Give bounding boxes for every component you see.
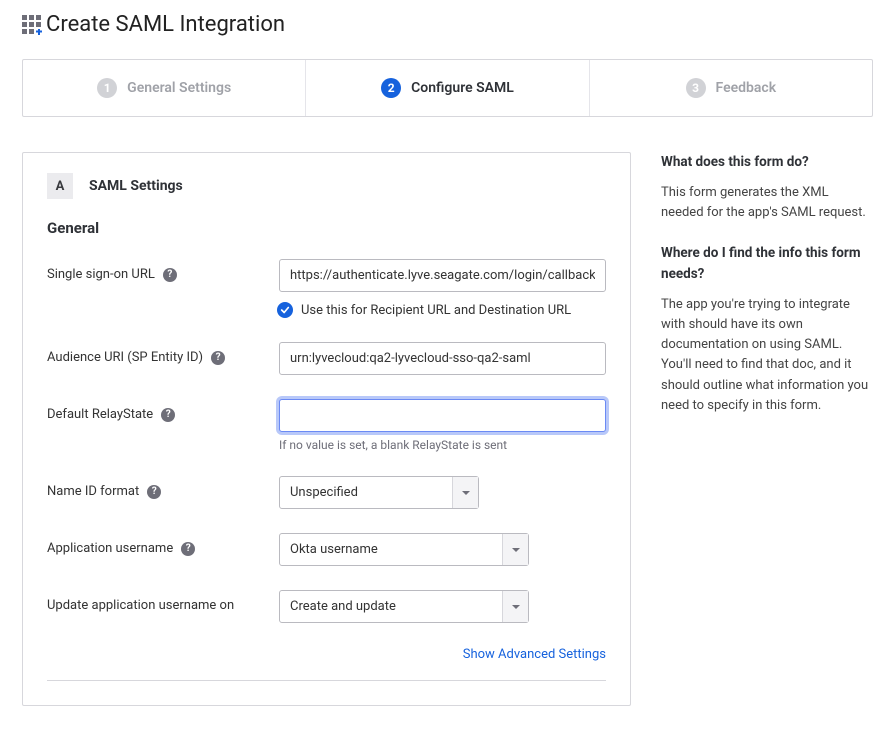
chevron-down-icon	[502, 534, 528, 565]
label-audience-uri: Audience URI (SP Entity ID)	[47, 350, 203, 365]
apps-grid-icon	[22, 15, 42, 35]
tab-label: Feedback	[716, 80, 777, 96]
chevron-down-icon	[502, 591, 528, 622]
sso-url-input[interactable]	[279, 259, 606, 292]
saml-settings-panel: A SAML Settings General Single sign-on U…	[22, 152, 631, 706]
help-text-2: The app you're trying to integrate with …	[661, 295, 873, 416]
audience-uri-input[interactable]	[279, 342, 606, 375]
help-icon[interactable]: ?	[147, 485, 161, 499]
page-title: Create SAML Integration	[46, 12, 285, 37]
nameid-select[interactable]: Unspecified	[279, 476, 479, 509]
show-advanced-settings-link[interactable]: Show Advanced Settings	[463, 647, 606, 662]
help-text-1: This form generates the XML needed for t…	[661, 183, 873, 223]
help-sidebar: What does this form do? This form genera…	[661, 152, 873, 706]
relaystate-helper: If no value is set, a blank RelayState i…	[279, 438, 606, 452]
panel-title: SAML Settings	[89, 178, 183, 194]
help-icon[interactable]: ?	[211, 351, 225, 365]
step-number-badge: 3	[686, 78, 706, 98]
divider	[47, 680, 606, 681]
help-icon[interactable]: ?	[163, 268, 177, 282]
nameid-value: Unspecified	[279, 476, 479, 509]
tab-configure-saml[interactable]: 2 Configure SAML	[306, 60, 589, 116]
label-sso-url: Single sign-on URL	[47, 267, 155, 282]
step-number-badge: 2	[381, 78, 401, 98]
page-header: Create SAML Integration	[22, 12, 873, 37]
label-nameid: Name ID format	[47, 484, 139, 499]
help-heading-1: What does this form do?	[661, 152, 873, 173]
row-app-username: Application username ? Okta username	[47, 533, 606, 566]
help-heading-2: Where do I find the info this form needs…	[661, 243, 873, 285]
row-nameid: Name ID format ? Unspecified	[47, 476, 606, 509]
row-sso-url: Single sign-on URL ? Use this for Recipi…	[47, 259, 606, 318]
section-letter: A	[47, 173, 73, 199]
app-username-select[interactable]: Okta username	[279, 533, 529, 566]
tab-label: Configure SAML	[411, 80, 514, 96]
recipient-url-checkbox[interactable]	[277, 302, 293, 318]
tab-label: General Settings	[127, 80, 231, 96]
checkbox-label: Use this for Recipient URL and Destinati…	[301, 303, 571, 318]
app-username-value: Okta username	[279, 533, 529, 566]
tab-feedback[interactable]: 3 Feedback	[590, 60, 872, 116]
update-on-value: Create and update	[279, 590, 529, 623]
update-on-select[interactable]: Create and update	[279, 590, 529, 623]
panel-header: A SAML Settings	[47, 173, 606, 199]
chevron-down-icon	[452, 477, 478, 508]
tab-general-settings[interactable]: 1 General Settings	[23, 60, 306, 116]
relaystate-input[interactable]	[279, 399, 606, 432]
help-icon[interactable]: ?	[181, 542, 195, 556]
subsection-title: General	[47, 219, 606, 237]
wizard-tabs: 1 General Settings 2 Configure SAML 3 Fe…	[22, 59, 873, 117]
label-relaystate: Default RelayState	[47, 407, 153, 422]
row-audience-uri: Audience URI (SP Entity ID) ?	[47, 342, 606, 375]
row-relaystate: Default RelayState ? If no value is set,…	[47, 399, 606, 452]
step-number-badge: 1	[97, 78, 117, 98]
label-update-on: Update application username on	[47, 598, 234, 613]
help-icon[interactable]: ?	[161, 408, 175, 422]
label-app-username: Application username	[47, 541, 173, 556]
row-update-on: Update application username on Create an…	[47, 590, 606, 623]
